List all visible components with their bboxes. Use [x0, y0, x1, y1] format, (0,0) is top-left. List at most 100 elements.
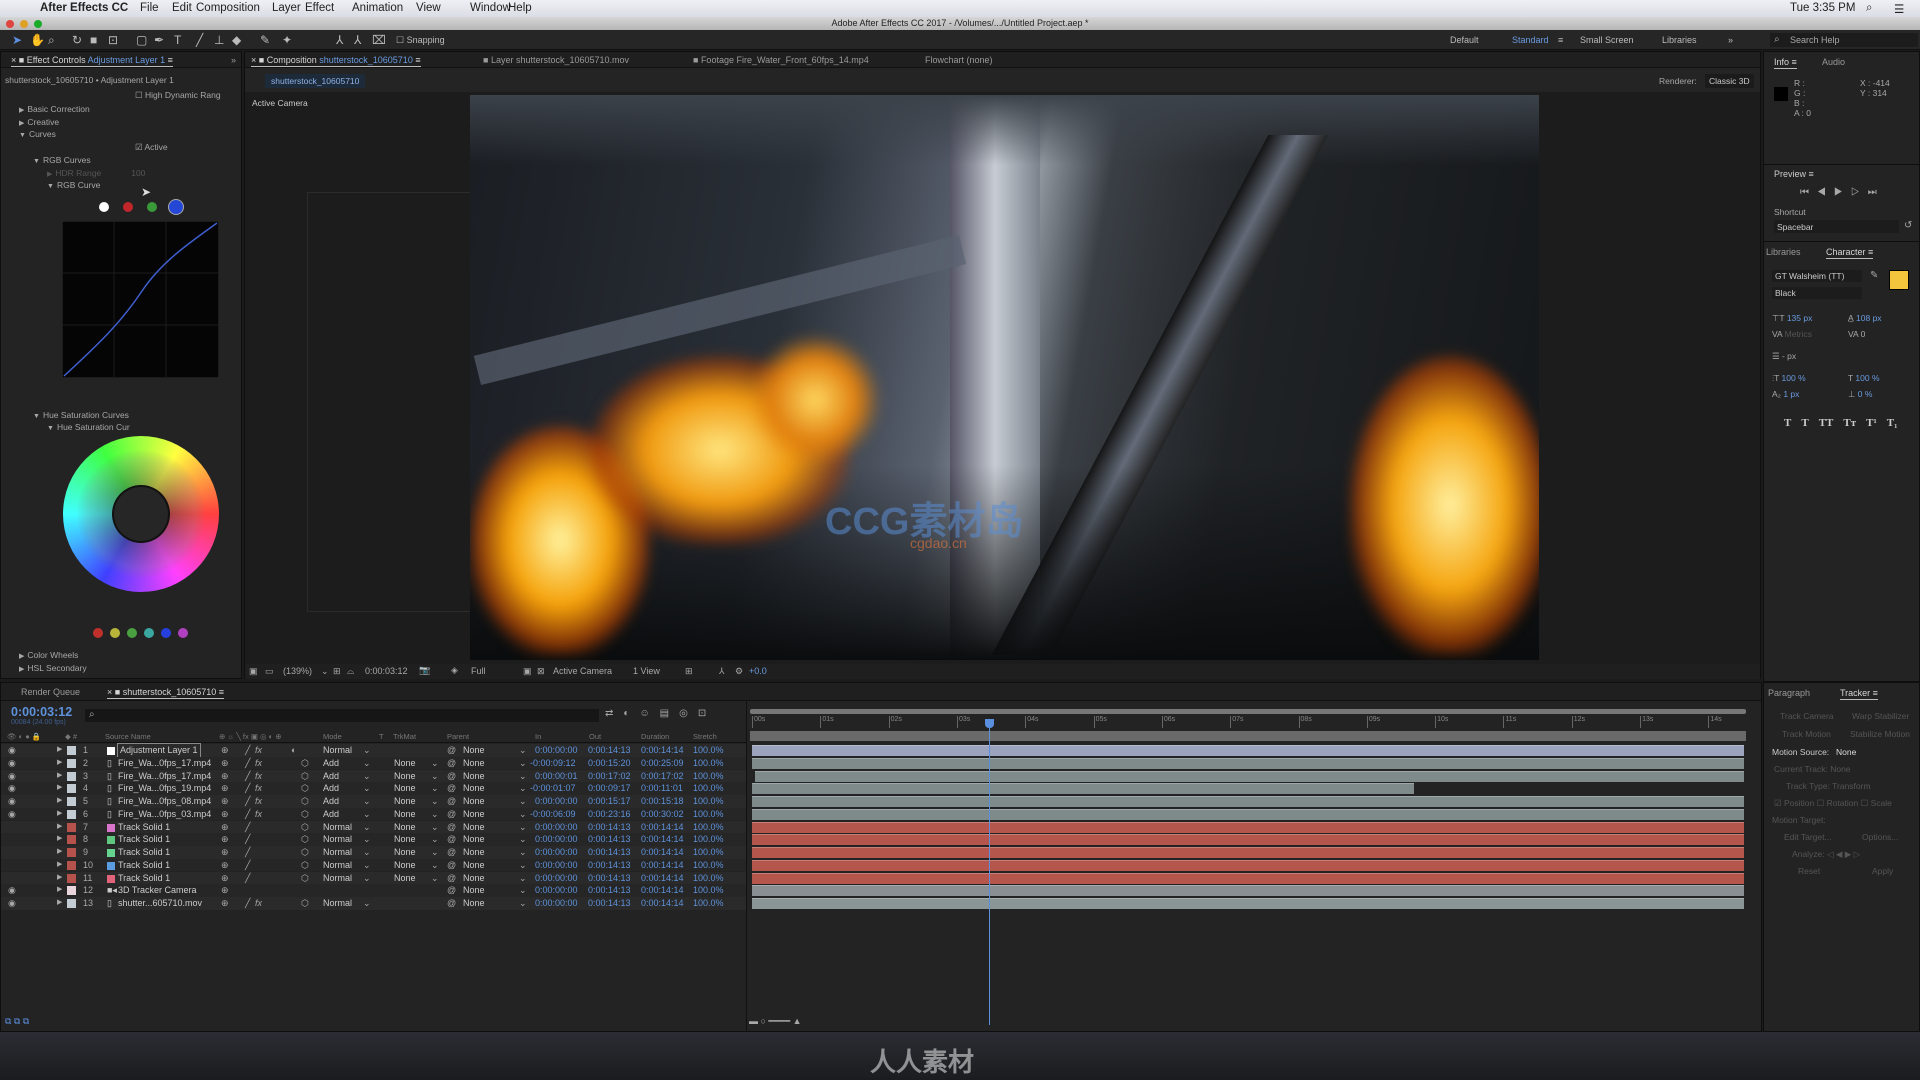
stroke-width-field[interactable]: - px: [1782, 351, 1796, 361]
more-workspaces-icon[interactable]: »: [1728, 35, 1733, 45]
view-axis-icon[interactable]: ⌧: [372, 33, 386, 47]
channel-icon[interactable]: ◈: [451, 665, 458, 676]
fast-preview-icon[interactable]: ⊞: [685, 666, 693, 677]
kerning-field[interactable]: Metrics: [1785, 329, 1812, 339]
menu-edit[interactable]: Edit: [172, 2, 192, 14]
font-style-dropdown[interactable]: Black: [1772, 287, 1862, 299]
menu-file[interactable]: File: [140, 2, 159, 14]
leading-field[interactable]: 108 px: [1856, 313, 1882, 323]
timeline-current-time[interactable]: 0:00:03:12: [11, 705, 72, 719]
hue-channel-dot[interactable]: [161, 628, 171, 638]
menu-layer[interactable]: Layer: [272, 2, 301, 14]
tab-character[interactable]: Character ≡: [1826, 247, 1874, 259]
menu-composition[interactable]: Composition: [196, 2, 260, 14]
tsume-field[interactable]: 0 %: [1858, 389, 1873, 399]
menu-effect[interactable]: Effect: [305, 2, 334, 14]
tab-tracker[interactable]: Tracker ≡: [1840, 688, 1878, 700]
notification-icon[interactable]: ☰: [1894, 2, 1904, 16]
horizontal-scale-field[interactable]: 100 %: [1855, 373, 1879, 383]
menu-animation[interactable]: Animation: [352, 2, 403, 14]
stabilize-motion-button[interactable]: Stabilize Motion: [1850, 729, 1910, 739]
expand-panel-icon[interactable]: »: [231, 55, 236, 65]
tab-composition[interactable]: × ■ Composition shutterstock_10605710 ≡: [251, 55, 421, 67]
text-style-button[interactable]: TT: [1819, 417, 1834, 429]
curve-channel-dot[interactable]: [147, 202, 157, 212]
mask-visibility-icon[interactable]: ⌓: [347, 666, 354, 677]
shy-icon[interactable]: ☺: [639, 708, 659, 719]
hue-channel-dot[interactable]: [93, 628, 103, 638]
exposure-value[interactable]: +0.0: [749, 666, 767, 676]
hue-channel-dot[interactable]: [144, 628, 154, 638]
col-t[interactable]: T: [379, 732, 384, 741]
time-navigator[interactable]: [750, 731, 1746, 741]
section-curves[interactable]: ▼ Curves: [19, 129, 56, 139]
frame-blending-icon[interactable]: ▤: [660, 708, 679, 719]
pen-tool-icon[interactable]: ✒: [154, 33, 164, 47]
workspace-default[interactable]: Default: [1450, 35, 1479, 45]
text-style-button[interactable]: T₁: [1887, 417, 1898, 429]
exposure-reset-icon[interactable]: ⚙: [735, 666, 743, 677]
chevron-down-icon[interactable]: ⌄: [321, 666, 329, 677]
col-source-name[interactable]: Source Name: [105, 732, 151, 741]
curve-channel-dot[interactable]: [171, 202, 181, 212]
rgb-curve-group[interactable]: ▼ RGB Curve: [47, 180, 100, 190]
hand-tool-icon[interactable]: ✋: [30, 33, 45, 47]
eyedropper-icon[interactable]: ✎: [1870, 270, 1878, 281]
hue-channel-dot[interactable]: [127, 628, 137, 638]
current-time-display[interactable]: 0:00:03:12: [365, 666, 408, 676]
tab-paragraph[interactable]: Paragraph: [1768, 688, 1810, 698]
col-in[interactable]: In: [535, 732, 541, 741]
local-axis-icon[interactable]: ⅄: [336, 33, 343, 47]
tab-effect-controls[interactable]: × ■ Effect Controls Adjustment Layer 1 ≡: [11, 55, 173, 67]
comp-mini-flowchart-icon[interactable]: ⇄: [605, 708, 623, 719]
zoom-dropdown[interactable]: (139%): [283, 666, 312, 676]
layer-duration-bar[interactable]: [752, 834, 1744, 846]
font-size-field[interactable]: 135 px: [1787, 313, 1813, 323]
reset-icon[interactable]: ↺: [1904, 220, 1912, 231]
shortcut-dropdown[interactable]: Spacebar: [1774, 220, 1899, 233]
eraser-tool-icon[interactable]: ◆: [232, 33, 241, 47]
tab-timeline-comp[interactable]: × ■ shutterstock_10605710 ≡: [107, 687, 225, 699]
rotate-tool-icon[interactable]: ↻: [72, 33, 82, 47]
text-style-button[interactable]: T: [1784, 417, 1791, 429]
curve-channel-dot[interactable]: [123, 202, 133, 212]
col-duration[interactable]: Duration: [641, 732, 669, 741]
reset-button[interactable]: Reset: [1798, 866, 1820, 876]
tab-layer[interactable]: ■ Layer shutterstock_10605710.mov: [483, 55, 629, 65]
text-style-button[interactable]: T: [1801, 417, 1808, 429]
track-options-checks[interactable]: ☑ Position ☐ Rotation ☐ Scale: [1774, 798, 1892, 809]
previous-frame-icon[interactable]: ◀: [1817, 187, 1834, 198]
region-of-interest-icon[interactable]: ▣: [523, 666, 532, 677]
curve-channel-dot[interactable]: [99, 202, 109, 212]
world-axis-icon[interactable]: ⅄: [354, 33, 361, 47]
graph-editor-icon[interactable]: ⊡: [698, 708, 716, 719]
tracking-field[interactable]: 0: [1861, 329, 1866, 339]
apply-button[interactable]: Apply: [1872, 866, 1893, 876]
layer-duration-bar[interactable]: [752, 872, 1744, 884]
hue-sat-curve-group[interactable]: ▼ Hue Saturation Cur: [47, 422, 130, 432]
view-layout-dropdown[interactable]: 1 View: [633, 666, 660, 676]
spotlight-icon[interactable]: ⌕: [1866, 2, 1872, 15]
grid-guides-icon[interactable]: ⊞: [333, 666, 341, 677]
camera-tool-icon[interactable]: ■: [90, 33, 97, 47]
comp-subtab[interactable]: shutterstock_10605710: [265, 74, 366, 88]
warp-stabilizer-button[interactable]: Warp Stabilizer: [1852, 711, 1909, 721]
roto-brush-tool-icon[interactable]: ✎: [260, 33, 270, 47]
layer-duration-bar[interactable]: [752, 847, 1744, 858]
tab-footage[interactable]: ■ Footage Fire_Water_Front_60fps_14.mp4: [693, 55, 869, 65]
zoom-window-button[interactable]: [34, 20, 42, 28]
workspace-menu-icon[interactable]: ≡: [1558, 35, 1563, 45]
hue-saturation-wheel[interactable]: [63, 436, 219, 592]
workspace-small-screen[interactable]: Small Screen: [1580, 35, 1634, 45]
snapshot-camera-icon[interactable]: 📷: [419, 665, 430, 676]
last-frame-icon[interactable]: ⏭: [1868, 187, 1885, 198]
layer-duration-bar[interactable]: [752, 885, 1744, 897]
tab-flowchart[interactable]: Flowchart (none): [925, 55, 993, 65]
brush-tool-icon[interactable]: ╱: [196, 33, 203, 47]
col-mode[interactable]: Mode: [323, 732, 342, 741]
baseline-shift-field[interactable]: 1 px: [1783, 389, 1799, 399]
layer-duration-bar[interactable]: [752, 859, 1744, 871]
work-area-bar[interactable]: [750, 709, 1746, 714]
play-icon[interactable]: ▶: [1834, 187, 1851, 198]
track-type-dropdown[interactable]: Track Type: Transform: [1786, 781, 1871, 791]
